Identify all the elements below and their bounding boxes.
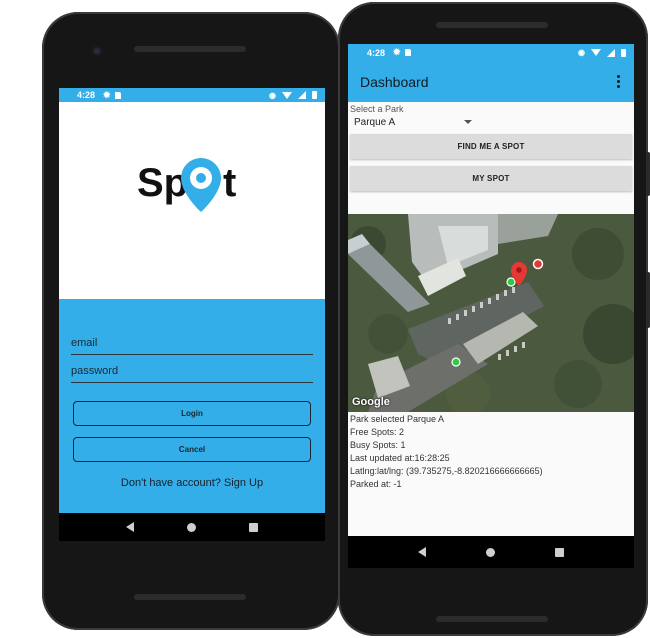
volume-button [646, 272, 650, 328]
top-speaker [134, 46, 246, 52]
password-field[interactable]: password [71, 359, 313, 383]
google-attribution: Google [352, 396, 390, 408]
free-spot-marker[interactable] [506, 277, 516, 287]
location-icon: ◉ [578, 48, 585, 57]
busy-spots-text: Busy Spots: 1 [350, 440, 406, 450]
status-bar: 4:28 ✹ ◉ [348, 44, 634, 61]
signal-icon [607, 48, 615, 57]
two-phone-mockup: 4:28 ✹ ◉ Sp t email password Login Cance… [0, 0, 650, 638]
park-selected-text: Park selected Parque A [350, 414, 445, 424]
settings-icon: ✹ [103, 89, 111, 100]
recent-apps-icon[interactable] [249, 522, 259, 532]
android-nav-bar [348, 536, 634, 568]
app-bar: Dashboard [348, 61, 634, 102]
location-icon: ◉ [269, 90, 276, 100]
home-icon[interactable] [486, 547, 495, 557]
bottom-speaker [436, 616, 548, 622]
wifi-icon [282, 91, 292, 99]
phone-left: 4:28 ✹ ◉ Sp t email password Login Cance… [42, 12, 340, 630]
overflow-menu-icon[interactable] [615, 73, 622, 90]
my-spot-button[interactable]: MY SPOT [350, 166, 632, 191]
front-camera [92, 46, 102, 56]
back-icon[interactable] [418, 547, 426, 557]
battery-icon [621, 48, 626, 57]
status-time: 4:28 [367, 47, 386, 58]
settings-icon: ✹ [393, 47, 401, 57]
cancel-button[interactable]: Cancel [73, 437, 311, 462]
select-park-label: Select a Park [350, 104, 404, 114]
free-spots-text: Free Spots: 2 [350, 427, 405, 437]
dropdown-arrow-icon [464, 120, 472, 124]
status-time: 4:28 [77, 90, 96, 100]
find-spot-button[interactable]: FIND ME A SPOT [350, 134, 632, 159]
wifi-icon [591, 49, 601, 56]
signal-icon [298, 91, 306, 99]
recent-apps-icon[interactable] [555, 547, 564, 557]
home-icon[interactable] [186, 522, 196, 532]
password-placeholder: password [71, 365, 119, 377]
top-speaker [436, 22, 548, 28]
back-icon[interactable] [125, 522, 134, 532]
sd-card-icon [404, 49, 411, 56]
sd-card-icon [114, 91, 121, 99]
power-button [646, 152, 650, 196]
satellite-map[interactable] [348, 214, 634, 412]
dashboard-screen: 4:28 ✹ ◉ Dashboard Select a Park Parque … [348, 44, 634, 568]
free-spot-marker[interactable] [451, 357, 461, 367]
last-updated-text: Last updated at:16:28:25 [350, 453, 450, 463]
parked-at-text: Parked at: -1 [350, 479, 402, 489]
logo-letter-t: t [223, 161, 236, 205]
email-field[interactable]: email [71, 331, 313, 355]
email-placeholder: email [71, 337, 98, 349]
busy-spot-marker[interactable] [532, 258, 544, 270]
spot-logo: Sp t [137, 158, 236, 212]
page-title: Dashboard [360, 73, 429, 90]
login-button[interactable]: Login [73, 401, 311, 426]
login-screen: 4:28 ✹ ◉ Sp t email password Login Cance… [59, 88, 325, 541]
bottom-speaker [134, 594, 246, 600]
status-bar: 4:28 ✹ ◉ [59, 88, 325, 102]
battery-icon [312, 91, 317, 99]
phone-right: 4:28 ✹ ◉ Dashboard Select a Park Parque … [338, 2, 650, 636]
logo-letters-sp: Sp [137, 161, 188, 205]
latlng-text: Latlng:lat/lng: (39.735275,-8.8202166666… [350, 466, 543, 476]
park-select-value: Parque A [354, 116, 396, 128]
login-form: email password Login Cancel Don't have a… [59, 299, 325, 541]
signup-link[interactable]: Don't have account? Sign Up [59, 477, 325, 489]
park-select[interactable]: Parque A [350, 114, 480, 130]
android-nav-bar [59, 513, 325, 541]
